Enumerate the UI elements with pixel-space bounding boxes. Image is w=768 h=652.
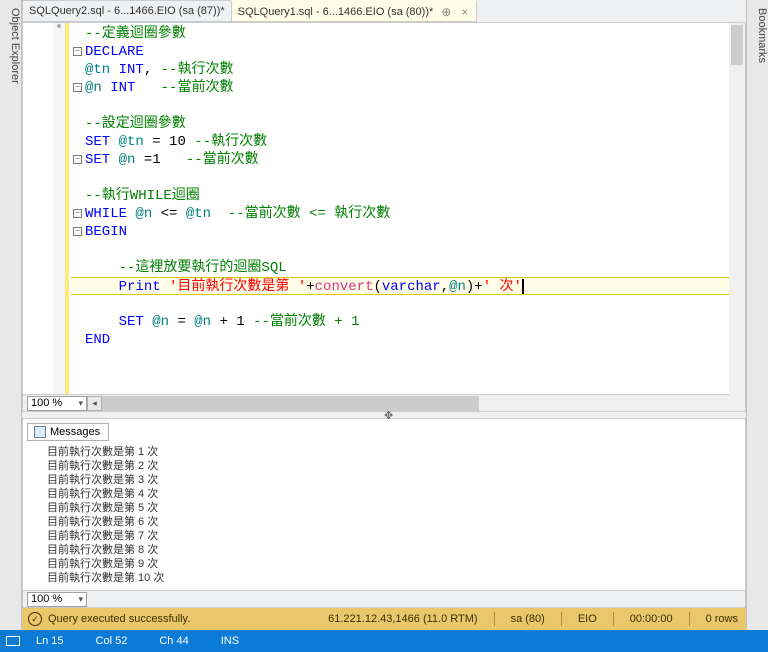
horizontal-splitter[interactable] bbox=[22, 412, 746, 418]
fold-toggle-icon[interactable]: − bbox=[73, 47, 82, 56]
document-tabs: SQLQuery2.sql - 6...1466.EIO (sa (87))* S… bbox=[22, 0, 746, 22]
code-line[interactable]: −WHILE @n <= @tn --當前次數 <= 執行次數 bbox=[71, 205, 739, 223]
pin-icon[interactable]: ⊕ bbox=[439, 5, 453, 19]
messages-footer: 100 % ▾ bbox=[23, 590, 745, 607]
code-line[interactable]: --執行WHILE迴圈 bbox=[71, 187, 739, 205]
message-line: 目前執行次數是第 5 次 bbox=[47, 501, 741, 515]
ide-status-bar: Ln 15 Col 52 Ch 44 INS bbox=[0, 630, 768, 652]
message-line: 目前執行次數是第 10 次 bbox=[47, 571, 741, 585]
messages-output[interactable]: 目前執行次數是第 1 次目前執行次數是第 2 次目前執行次數是第 3 次目前執行… bbox=[23, 441, 745, 590]
message-line: 目前執行次數是第 8 次 bbox=[47, 543, 741, 557]
code-line[interactable] bbox=[71, 97, 739, 115]
code-line[interactable]: SET @n = @n + 1 --當前次數 + 1 bbox=[71, 313, 739, 331]
editor-breakpoint-margin[interactable] bbox=[23, 23, 69, 394]
fold-toggle-icon[interactable]: − bbox=[73, 209, 82, 218]
message-line: 目前執行次數是第 7 次 bbox=[47, 529, 741, 543]
editor-zoom-combo[interactable]: 100 % ▾ bbox=[27, 396, 87, 411]
window-layout-icon[interactable] bbox=[6, 636, 20, 646]
status-user: sa (80) bbox=[503, 613, 553, 625]
status-server: 61.221.12.43,1466 (11.0 RTM) bbox=[320, 613, 485, 625]
document-tab-1[interactable]: SQLQuery1.sql - 6...1466.EIO (sa (80))* ⊕… bbox=[231, 0, 478, 22]
messages-tab-label: Messages bbox=[50, 426, 100, 438]
messages-zoom-value: 100 % bbox=[31, 593, 62, 605]
code-line[interactable]: --這裡放要執行的迴圈SQL bbox=[71, 259, 739, 277]
code-line[interactable]: −@n INT --當前次數 bbox=[71, 79, 739, 97]
code-line[interactable] bbox=[71, 295, 739, 313]
results-panel: Messages 目前執行次數是第 1 次目前執行次數是第 2 次目前執行次數是… bbox=[22, 418, 746, 608]
code-line[interactable]: END bbox=[71, 331, 739, 349]
fold-toggle-icon[interactable]: − bbox=[73, 83, 82, 92]
code-line[interactable] bbox=[71, 169, 739, 187]
status-db: EIO bbox=[570, 613, 605, 625]
status-rows: 0 rows bbox=[698, 613, 746, 625]
tab-label: SQLQuery2.sql - 6...1466.EIO (sa (87))* bbox=[29, 5, 225, 17]
message-line: 目前執行次數是第 4 次 bbox=[47, 487, 741, 501]
editor-body[interactable]: --定義迴圈參數−DECLARE@tn INT, --執行次數−@n INT -… bbox=[23, 23, 745, 394]
fold-toggle-icon[interactable]: − bbox=[73, 227, 82, 236]
editor-horizontal-scrollbar[interactable] bbox=[102, 396, 730, 411]
code-line[interactable]: --設定迴圈參數 bbox=[71, 115, 739, 133]
message-line: 目前執行次數是第 1 次 bbox=[47, 445, 741, 459]
chevron-down-icon: ▾ bbox=[78, 398, 83, 409]
query-status-bar: ✓ Query executed successfully. 61.221.12… bbox=[22, 608, 746, 630]
messages-icon bbox=[34, 426, 46, 438]
code-line[interactable]: −SET @n =1 --當前次數 bbox=[71, 151, 739, 169]
status-elapsed: 00:00:00 bbox=[622, 613, 681, 625]
code-line[interactable]: --定義迴圈參數 bbox=[71, 25, 739, 43]
message-line: 目前執行次數是第 9 次 bbox=[47, 557, 741, 571]
status-text: Query executed successfully. bbox=[48, 613, 190, 625]
code-line[interactable]: SET @tn = 10 --執行次數 bbox=[71, 133, 739, 151]
editor-zoom-value: 100 % bbox=[31, 397, 62, 409]
statusbar-col: Col 52 bbox=[80, 635, 144, 647]
code-area[interactable]: --定義迴圈參數−DECLARE@tn INT, --執行次數−@n INT -… bbox=[69, 23, 745, 394]
code-line[interactable]: −BEGIN bbox=[71, 223, 739, 241]
message-line: 目前執行次數是第 3 次 bbox=[47, 473, 741, 487]
bookmarks-rail[interactable]: Bookmarks bbox=[746, 0, 768, 630]
object-explorer-rail[interactable]: Object Explorer bbox=[0, 0, 22, 630]
editor-vertical-scrollbar[interactable] bbox=[729, 23, 745, 394]
tab-label: SQLQuery1.sql - 6...1466.EIO (sa (80))* bbox=[238, 6, 434, 18]
statusbar-insmode: INS bbox=[205, 635, 255, 647]
message-line: 目前執行次數是第 6 次 bbox=[47, 515, 741, 529]
code-line[interactable]: @tn INT, --執行次數 bbox=[71, 61, 739, 79]
statusbar-line: Ln 15 bbox=[20, 635, 80, 647]
messages-tab[interactable]: Messages bbox=[27, 423, 109, 441]
sql-editor: --定義迴圈參數−DECLARE@tn INT, --執行次數−@n INT -… bbox=[22, 22, 746, 412]
messages-zoom-combo[interactable]: 100 % ▾ bbox=[27, 592, 87, 607]
code-line[interactable]: −DECLARE bbox=[71, 43, 739, 61]
chevron-down-icon: ▾ bbox=[78, 594, 83, 605]
status-success-icon: ✓ bbox=[28, 612, 42, 626]
code-line[interactable] bbox=[71, 241, 739, 259]
message-line: 目前執行次數是第 2 次 bbox=[47, 459, 741, 473]
close-icon[interactable]: × bbox=[459, 5, 470, 19]
scroll-left-button[interactable]: ◂ bbox=[87, 396, 102, 411]
document-tab-0[interactable]: SQLQuery2.sql - 6...1466.EIO (sa (87))* bbox=[22, 0, 232, 22]
statusbar-ch: Ch 44 bbox=[143, 635, 204, 647]
code-line[interactable]: Print '目前執行次數是第 '+convert(varchar,@n)+' … bbox=[71, 277, 739, 295]
fold-toggle-icon[interactable]: − bbox=[73, 155, 82, 164]
